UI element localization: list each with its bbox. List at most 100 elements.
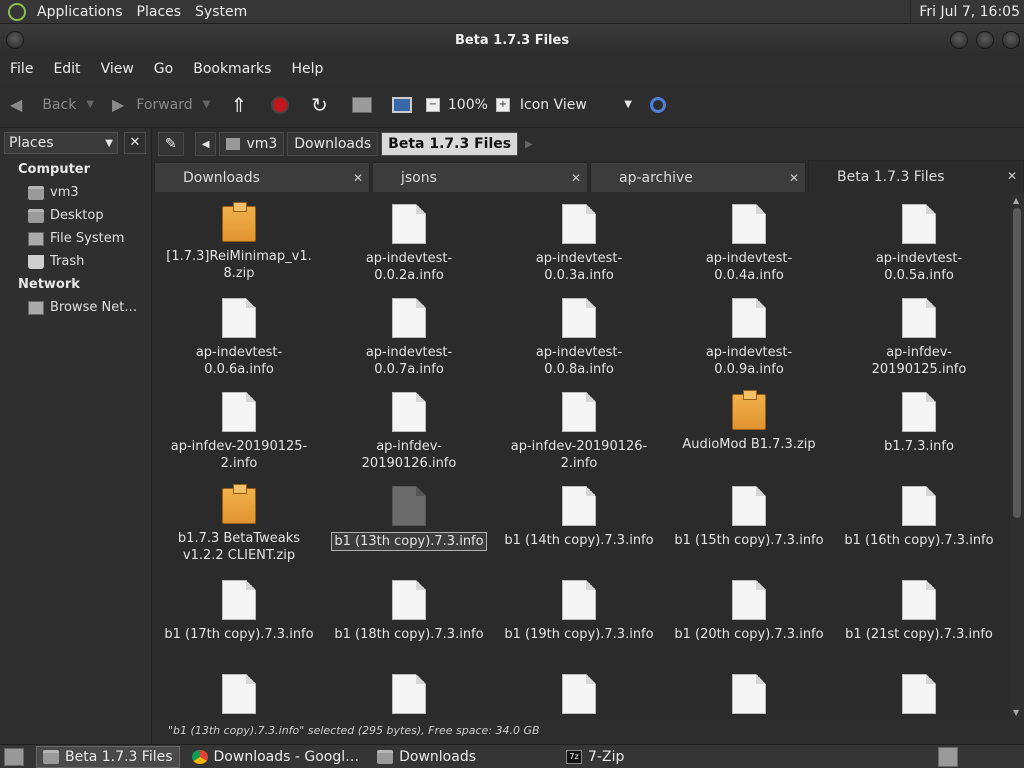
minimize-button[interactable]	[950, 31, 968, 49]
file-item[interactable]: ap-infdev-20190125.info	[834, 288, 1004, 382]
maximize-button[interactable]	[976, 31, 994, 49]
path-scroll-left-button[interactable]: ◀	[194, 132, 217, 156]
window-title: Beta 1.7.3 Files	[454, 32, 570, 48]
close-icon[interactable]: ✕	[1007, 169, 1017, 183]
edit-menu[interactable]: Edit	[43, 61, 90, 77]
file-item[interactable]: ap-indevtest-0.0.3a.info	[494, 194, 664, 288]
edit-icon: ✎	[165, 136, 177, 152]
file-item[interactable]: ap-indevtest-0.0.6a.info	[154, 288, 324, 382]
system-menu[interactable]: System	[188, 0, 254, 24]
file-item[interactable]: b1 (17th copy).7.3.info	[154, 570, 324, 664]
file-item[interactable]: b1.7.3.info	[834, 382, 1004, 476]
file-item[interactable]: b1 (13th copy).7.3.info	[324, 476, 494, 570]
sidebar-mode-select[interactable]: Places ▼	[4, 132, 118, 154]
clock[interactable]: Fri Jul 7, 16:05	[910, 0, 1024, 24]
file-menu[interactable]: File	[0, 61, 43, 77]
file-item[interactable]: ap-indevtest-0.0.5a.info	[834, 194, 1004, 288]
tab-ap-archive[interactable]: ap-archive ✕	[590, 162, 806, 192]
places-menu[interactable]: Places	[130, 0, 189, 24]
scroll-up-icon[interactable]: ▲	[1013, 196, 1019, 205]
taskbar-item-beta-files[interactable]: Beta 1.7.3 Files	[36, 745, 180, 768]
sidebar-item-trash[interactable]: Trash	[0, 250, 151, 273]
path-scroll-right-icon[interactable]: ▶	[525, 139, 533, 150]
sidebar-item-browse-network[interactable]: Browse Net…	[0, 296, 151, 319]
toggle-location-entry-button[interactable]: ✎	[158, 132, 184, 156]
file-item[interactable]: b1 (22nd copy).7.3.info	[154, 664, 324, 719]
close-icon[interactable]: ✕	[353, 171, 363, 185]
file-item[interactable]: b1 (14th copy).7.3.info	[494, 476, 664, 570]
close-icon[interactable]: ✕	[789, 171, 799, 185]
file-item[interactable]: b1 (23rd copy).7.3.info	[324, 664, 494, 719]
file-item[interactable]: ap-infdev-20190126-2.info	[494, 382, 664, 476]
scrollbar-thumb[interactable]	[1013, 208, 1021, 518]
tab-jsons[interactable]: jsons ✕	[372, 162, 588, 192]
trash-applet-icon[interactable]	[938, 747, 958, 767]
file-item[interactable]: b1 (16th copy).7.3.info	[834, 476, 1004, 570]
tab-beta-files[interactable]: Beta 1.7.3 Files ✕	[808, 160, 1024, 192]
path-button-vm3[interactable]: vm3	[219, 132, 285, 156]
file-item[interactable]: b1.7.3 BetaTweaks v1.2.2 CLIENT.zip	[154, 476, 324, 570]
file-item[interactable]: b1 (21st copy).7.3.info	[834, 570, 1004, 664]
window-titlebar[interactable]: Beta 1.7.3 Files	[0, 24, 1024, 56]
forward-button[interactable]: ▶ Forward ▼	[112, 85, 210, 125]
taskbar-item-chrome[interactable]: Downloads - Googl…	[186, 746, 366, 768]
file-item[interactable]: ap-indevtest-0.0.7a.info	[324, 288, 494, 382]
vertical-scrollbar[interactable]: ▲ ▼	[1010, 194, 1024, 719]
file-item[interactable]: b1 (19th copy).7.3.info	[494, 570, 664, 664]
zoom-out-button[interactable]: −	[425, 85, 440, 125]
home-button[interactable]	[351, 85, 372, 125]
close-icon[interactable]: ✕	[571, 171, 581, 185]
path-button-downloads[interactable]: Downloads	[287, 132, 379, 156]
stop-icon	[271, 95, 290, 114]
window-menu-button[interactable]	[6, 31, 24, 49]
home-folder-icon	[28, 185, 44, 200]
taskbar-item-7zip[interactable]: 7z 7-Zip	[560, 746, 630, 768]
file-item[interactable]: AudioMod B1.7.3.zip	[664, 382, 834, 476]
computer-button[interactable]	[391, 85, 412, 125]
reload-button[interactable]: ↻	[311, 85, 334, 125]
file-item[interactable]: ap-indevtest-0.0.9a.info	[664, 288, 834, 382]
tab-downloads[interactable]: Downloads ✕	[154, 162, 370, 192]
file-icon-view[interactable]: [1.7.3]ReiMinimap_v1.8.zip ap-indevtest-0…	[154, 194, 1010, 719]
show-desktop-button[interactable]	[4, 747, 24, 766]
sidebar-item-vm3[interactable]: vm3	[0, 181, 151, 204]
zoom-level[interactable]: 100%	[448, 85, 488, 125]
file-item[interactable]: b1 (25th copy).7.3.info	[664, 664, 834, 719]
up-button[interactable]: ⇑	[230, 85, 253, 125]
sidebar-item-file-system[interactable]: File System	[0, 227, 151, 250]
back-button[interactable]: ◀ Back ▼	[10, 85, 94, 125]
file-item[interactable]: ap-indevtest-0.0.4a.info	[664, 194, 834, 288]
zoom-in-button[interactable]: +	[495, 85, 510, 125]
file-item[interactable]: ap-infdev-20190125-2.info	[154, 382, 324, 476]
file-item[interactable]: b1 (18th copy).7.3.info	[324, 570, 494, 664]
file-item[interactable]: ap-infdev-20190126.info	[324, 382, 494, 476]
file-name: b1 (20th copy).7.3.info	[674, 627, 824, 642]
status-text: "b1 (13th copy).7.3.info" selected (295 …	[168, 724, 540, 737]
path-button-current[interactable]: Beta 1.7.3 Files	[381, 132, 519, 156]
stop-button[interactable]	[271, 85, 290, 125]
file-item[interactable]: b1 (26th copy).7.3.info	[834, 664, 1004, 719]
close-button[interactable]	[1002, 31, 1020, 49]
file-item[interactable]: [1.7.3]ReiMinimap_v1.8.zip	[154, 194, 324, 288]
sidebar-item-desktop[interactable]: Desktop	[0, 204, 151, 227]
file-name: b1 (15th copy).7.3.info	[674, 533, 824, 548]
view-menu[interactable]: View	[91, 61, 144, 77]
search-button[interactable]	[649, 85, 666, 125]
view-mode-select[interactable]: Icon View ▼	[520, 85, 632, 125]
help-menu[interactable]: Help	[281, 61, 333, 77]
back-history-dropdown-icon[interactable]: ▼	[86, 99, 94, 110]
scroll-down-icon[interactable]: ▼	[1013, 708, 1019, 717]
sidebar-close-button[interactable]: ✕	[124, 132, 146, 154]
file-item[interactable]: ap-indevtest-0.0.8a.info	[494, 288, 664, 382]
file-item[interactable]: ap-indevtest-0.0.2a.info	[324, 194, 494, 288]
file-item[interactable]: b1 (24th copy).7.3.info	[494, 664, 664, 719]
gnome-foot-icon[interactable]	[8, 2, 26, 21]
file-item[interactable]: b1 (20th copy).7.3.info	[664, 570, 834, 664]
forward-history-dropdown-icon[interactable]: ▼	[203, 99, 211, 110]
taskbar-item-downloads[interactable]: Downloads	[371, 746, 482, 768]
file-name: ap-indevtest-0.0.2a.info	[365, 251, 453, 283]
applications-menu[interactable]: Applications	[30, 0, 130, 24]
go-menu[interactable]: Go	[144, 61, 183, 77]
file-item[interactable]: b1 (15th copy).7.3.info	[664, 476, 834, 570]
bookmarks-menu[interactable]: Bookmarks	[183, 61, 281, 77]
